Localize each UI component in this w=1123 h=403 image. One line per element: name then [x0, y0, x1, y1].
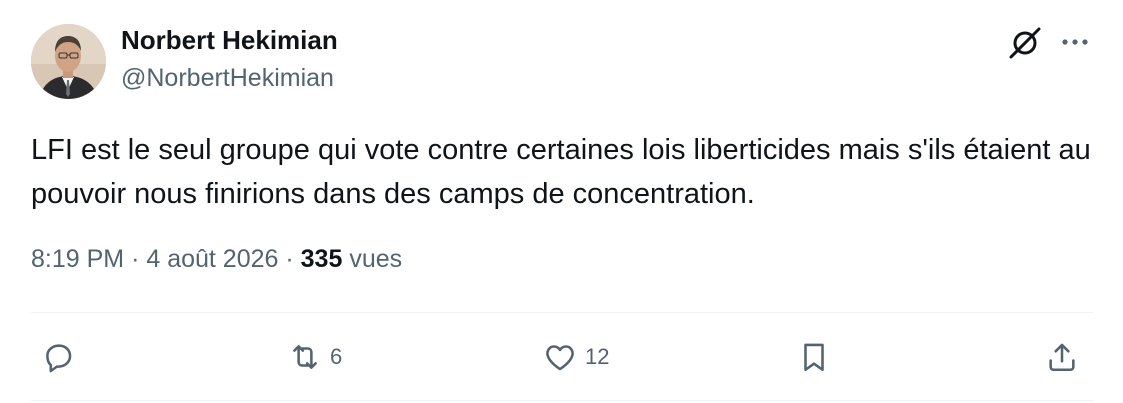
- avatar-image: [31, 24, 106, 99]
- bookmark-icon: [804, 343, 824, 372]
- like-button[interactable]: 12: [543, 338, 609, 376]
- views-count: 335: [300, 245, 343, 273]
- reply-icon: [46, 344, 72, 373]
- author-handle[interactable]: @NorbertHekimian: [121, 64, 334, 93]
- divider-bottom: [31, 400, 1093, 401]
- retweet-button[interactable]: 6: [288, 338, 342, 376]
- share-icon: [1049, 343, 1075, 372]
- tweet-date[interactable]: 4 août 2026: [146, 245, 278, 273]
- tweet-card: Norbert Hekimian @NorbertHekimian LFI es…: [0, 0, 1123, 403]
- tweet-meta: 8:19 PM · 4 août 2026 · 335 vues: [31, 245, 402, 274]
- avatar[interactable]: [31, 24, 106, 99]
- retweet-count: 6: [330, 344, 343, 369]
- retweet-icon: [293, 345, 317, 369]
- heart-icon: [546, 345, 574, 371]
- grok-icon[interactable]: [1006, 24, 1044, 62]
- tweet-text: LFI est le seul groupe qui vote contre c…: [31, 134, 1091, 210]
- divider-top: [31, 312, 1093, 313]
- tweet-time[interactable]: 8:19 PM: [31, 245, 124, 273]
- reply-button[interactable]: [41, 338, 83, 376]
- bookmark-button[interactable]: [797, 338, 831, 376]
- meta-separator: ·: [285, 245, 301, 273]
- more-dots-icon[interactable]: [1059, 30, 1091, 54]
- like-count: 12: [585, 344, 610, 369]
- meta-separator: ·: [131, 245, 147, 273]
- share-button[interactable]: [1045, 338, 1079, 376]
- views-label: vues: [349, 245, 403, 273]
- author-name[interactable]: Norbert Hekimian: [121, 25, 338, 56]
